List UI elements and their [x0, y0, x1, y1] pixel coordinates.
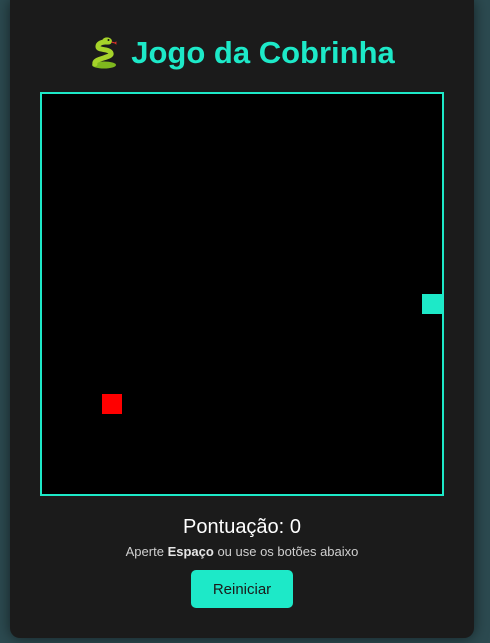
game-board[interactable] — [40, 92, 444, 496]
score-label: Pontuação: — [183, 516, 285, 538]
header: Jogo da Cobrinha — [10, 33, 474, 73]
hint-before: Aperte — [125, 544, 164, 559]
restart-button[interactable]: Reiniciar — [191, 570, 293, 608]
snake-segment — [422, 294, 442, 314]
hint-key: Espaço — [167, 544, 214, 559]
instructions-text: Aperte Espaço ou use os botões abaixo — [10, 544, 474, 559]
game-card: Jogo da Cobrinha Pontuação: 0 Aperte Esp… — [10, 0, 474, 638]
page-title: Jogo da Cobrinha — [131, 35, 395, 70]
food-item — [102, 394, 122, 414]
score-display: Pontuação: 0 — [10, 516, 474, 539]
snake-icon — [92, 37, 118, 69]
hint-after: ou use os botões abaixo — [217, 544, 359, 559]
score-value: 0 — [289, 516, 301, 538]
